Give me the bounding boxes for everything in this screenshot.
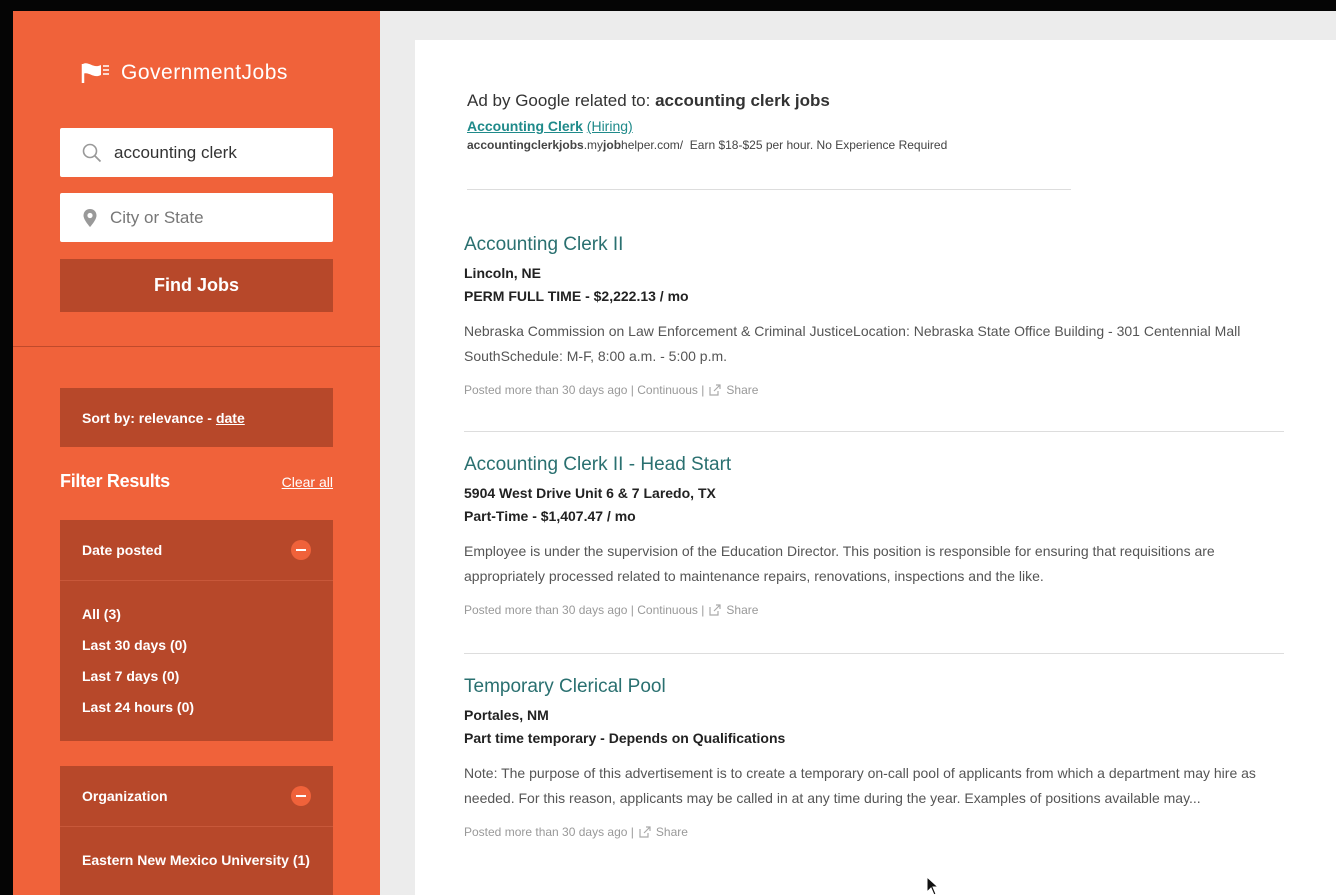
share-label[interactable]: Share: [656, 825, 688, 839]
organization-header[interactable]: Organization: [60, 766, 333, 827]
sidebar-divider: [13, 346, 380, 347]
job-posted-info: Posted more than 30 days ago | Continuou…: [464, 603, 705, 617]
job-listing: Accounting Clerk II - Head Start 5904 We…: [464, 454, 1284, 654]
mouse-cursor-icon: [926, 876, 940, 895]
job-description: Employee is under the supervision of the…: [464, 543, 1215, 584]
filter-option-all[interactable]: All (3): [82, 599, 311, 630]
job-title-link[interactable]: Temporary Clerical Pool: [464, 676, 1284, 698]
results-panel: Ad by Google related to: accounting cler…: [415, 40, 1336, 895]
job-description: Nebraska Commission on Law Enforcement &…: [464, 323, 1241, 364]
find-jobs-button[interactable]: Find Jobs: [60, 259, 333, 312]
filter-option-30-days[interactable]: Last 30 days (0): [82, 630, 311, 661]
job-meta: Posted more than 30 days ago | Continuou…: [464, 383, 1284, 397]
job-title-link[interactable]: Accounting Clerk II - Head Start: [464, 454, 1284, 476]
job-title-link[interactable]: Accounting Clerk II: [464, 234, 1284, 256]
ad-url-b: .my: [583, 138, 604, 152]
search-field[interactable]: [60, 128, 333, 177]
share-label[interactable]: Share: [726, 603, 758, 617]
sort-label: Sort by: relevance -: [82, 409, 212, 426]
organization-filter: Organization Eastern New Mexico Universi…: [60, 766, 333, 895]
ad-url-a: accountingclerkjobs: [467, 138, 584, 152]
job-posted-info: Posted more than 30 days ago |: [464, 825, 634, 839]
browser-viewport: GovernmentJobs Find Jobs Sort by: releva…: [13, 11, 1336, 895]
clear-all-link[interactable]: Clear all: [282, 474, 333, 490]
ad-title[interactable]: Accounting Clerk: [467, 118, 583, 134]
ad-description: accountingclerkjobs.myjobhelper.com/ Ear…: [467, 137, 1027, 154]
job-meta: Posted more than 30 days ago | Continuou…: [464, 603, 1284, 617]
job-location: Portales, NM: [464, 707, 549, 723]
share-link[interactable]: Share: [639, 825, 688, 839]
filter-results-title: Filter Results: [60, 471, 170, 491]
sort-by-date-link[interactable]: date: [216, 410, 245, 426]
brand-logo[interactable]: GovernmentJobs: [81, 61, 288, 85]
ad-hiring[interactable]: (Hiring): [587, 118, 633, 134]
flag-icon: [81, 63, 109, 83]
search-icon: [82, 143, 102, 162]
date-posted-filter: Date posted All (3) Last 30 days (0) Las…: [60, 520, 333, 741]
job-description: Note: The purpose of this advertisement …: [464, 765, 1256, 806]
ad-url-d: helper.com/: [621, 138, 684, 152]
location-pin-icon: [83, 208, 97, 227]
ad-url-c: job: [603, 138, 622, 152]
date-posted-header[interactable]: Date posted: [60, 520, 333, 581]
job-type-pay: Part-Time - $1,407.47 / mo: [464, 508, 636, 524]
share-icon: [709, 384, 721, 396]
collapse-icon[interactable]: [291, 786, 311, 806]
ad-text: Earn $18-$25 per hour. No Experience Req…: [689, 138, 948, 152]
organization-title: Organization: [82, 788, 168, 804]
location-input[interactable]: [110, 207, 320, 228]
job-listing: Temporary Clerical Pool Portales, NM Par…: [464, 676, 1284, 895]
filter-option-24-hours[interactable]: Last 24 hours (0): [82, 692, 311, 723]
job-location: Lincoln, NE: [464, 265, 541, 281]
date-posted-title: Date posted: [82, 542, 163, 558]
job-listing: Accounting Clerk II Lincoln, NE PERM FUL…: [464, 234, 1284, 432]
share-link[interactable]: Share: [709, 603, 758, 617]
ad-heading: Ad by Google related to: accounting cler…: [467, 91, 1071, 111]
job-posted-info: Posted more than 30 days ago | Continuou…: [464, 383, 705, 397]
share-icon: [639, 826, 651, 838]
filter-header: Filter Results Clear all: [60, 471, 333, 492]
sidebar: GovernmentJobs Find Jobs Sort by: releva…: [13, 11, 380, 895]
job-meta: Posted more than 30 days ago | Share: [464, 825, 1284, 839]
collapse-icon[interactable]: [291, 540, 311, 560]
location-field[interactable]: [60, 193, 333, 242]
job-type-pay: PERM FULL TIME - $2,222.13 / mo: [464, 288, 689, 304]
filter-option-7-days[interactable]: Last 7 days (0): [82, 661, 311, 692]
search-input[interactable]: [114, 142, 324, 163]
filter-option-organization[interactable]: Eastern New Mexico University (1): [82, 849, 311, 872]
sort-control: Sort by: relevance - date: [60, 388, 333, 447]
ad-link[interactable]: Accounting Clerk (Hiring): [467, 118, 1071, 134]
google-ad: Ad by Google related to: accounting cler…: [467, 91, 1071, 190]
ad-prefix: Ad by Google related to:: [467, 91, 651, 110]
share-label[interactable]: Share: [726, 383, 758, 397]
share-icon: [709, 604, 721, 616]
job-type-pay: Part time temporary - Depends on Qualifi…: [464, 730, 786, 746]
ad-query: accounting clerk jobs: [655, 91, 830, 110]
brand-name: GovernmentJobs: [121, 61, 288, 84]
share-link[interactable]: Share: [709, 383, 758, 397]
job-location: 5904 West Drive Unit 6 & 7 Laredo, TX: [464, 485, 716, 501]
